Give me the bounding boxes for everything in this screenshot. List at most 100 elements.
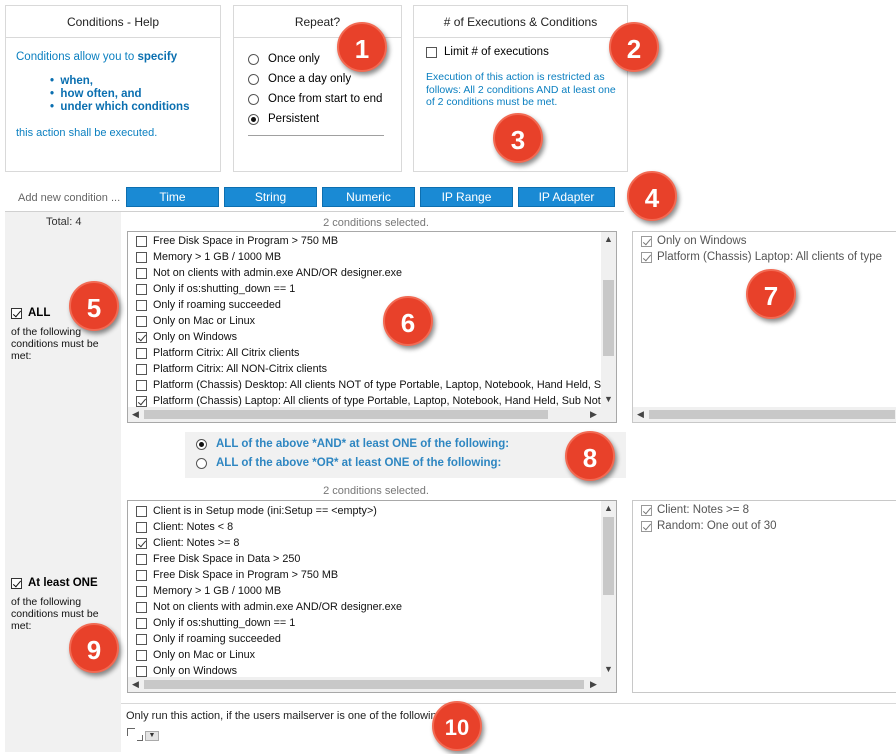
checkbox[interactable]: [136, 553, 147, 565]
repeat-option-once-only[interactable]: Once only: [248, 50, 320, 68]
list-item[interactable]: Memory > 1 GB / 1000 MB: [128, 249, 601, 265]
horizontal-scrollbar[interactable]: ◀: [633, 407, 896, 422]
selected-item[interactable]: Random: One out of 30: [633, 518, 896, 534]
list-item[interactable]: Free Disk Space in Program > 750 MB: [128, 233, 601, 249]
checkbox[interactable]: [426, 46, 437, 58]
horizontal-scrollbar[interactable]: ◀ ▶: [128, 677, 601, 692]
list-item[interactable]: Platform (Chassis) Laptop: All clients o…: [128, 393, 601, 407]
group-one-checkbox[interactable]: At least ONE: [11, 577, 98, 589]
scroll-thumb[interactable]: [649, 410, 895, 419]
group-one-selected-list[interactable]: Client: Notes >= 8 Random: One out of 30: [632, 500, 896, 693]
list-item[interactable]: Only on Mac or Linux: [128, 313, 601, 329]
checkbox[interactable]: [136, 537, 147, 549]
mailserver-dropdown[interactable]: ▼: [127, 728, 161, 741]
checkbox[interactable]: [136, 315, 147, 327]
list-item[interactable]: Only on Windows: [128, 663, 601, 677]
list-item[interactable]: Client is in Setup mode (ini:Setup == <e…: [128, 503, 601, 519]
checkbox[interactable]: [641, 251, 652, 263]
list-item[interactable]: Not on clients with admin.exe AND/OR des…: [128, 265, 601, 281]
dropdown-arrow-icon[interactable]: ▼: [145, 731, 159, 741]
checkbox[interactable]: [136, 347, 147, 359]
checkbox[interactable]: [136, 267, 147, 279]
group-all-selected-list[interactable]: Only on Windows Platform (Chassis) Lapto…: [632, 231, 896, 423]
checkbox[interactable]: [136, 585, 147, 597]
list-item[interactable]: Only if os:shutting_down == 1: [128, 615, 601, 631]
scroll-left-arrow-icon[interactable]: ◀: [128, 677, 143, 692]
scroll-thumb[interactable]: [144, 410, 548, 419]
checkbox[interactable]: [641, 520, 652, 532]
checkbox[interactable]: [136, 601, 147, 613]
group-all-condition-list[interactable]: Free Disk Space in Program > 750 MB Memo…: [127, 231, 617, 423]
list-item[interactable]: Platform Citrix: All Citrix clients: [128, 345, 601, 361]
checkbox[interactable]: [641, 504, 652, 516]
repeat-option-once-start-end[interactable]: Once from start to end: [248, 90, 382, 108]
scroll-up-arrow-icon[interactable]: ▲: [601, 501, 616, 516]
list-item[interactable]: Platform Citrix: All NON-Citrix clients: [128, 361, 601, 377]
checkbox[interactable]: [136, 665, 147, 677]
radio-button[interactable]: [248, 113, 259, 125]
checkbox[interactable]: [136, 235, 147, 247]
checkbox[interactable]: [136, 617, 147, 629]
checkbox[interactable]: [136, 363, 147, 375]
checkbox[interactable]: [136, 251, 147, 263]
vertical-scrollbar[interactable]: ▲ ▼: [601, 232, 616, 407]
scroll-right-arrow-icon[interactable]: ▶: [586, 407, 601, 422]
limit-executions-checkbox[interactable]: Limit # of executions: [426, 46, 549, 58]
scroll-thumb[interactable]: [603, 517, 614, 595]
scroll-up-arrow-icon[interactable]: ▲: [601, 232, 616, 247]
radio-button[interactable]: [196, 438, 207, 450]
checkbox[interactable]: [136, 283, 147, 295]
group-one-condition-list[interactable]: Client is in Setup mode (ini:Setup == <e…: [127, 500, 617, 693]
checkbox[interactable]: [641, 235, 652, 247]
repeat-option-persistent[interactable]: Persistent: [248, 110, 319, 128]
scroll-left-arrow-icon[interactable]: ◀: [128, 407, 143, 422]
checkbox[interactable]: [11, 307, 22, 319]
selected-item[interactable]: Client: Notes >= 8: [633, 502, 896, 518]
list-item[interactable]: Only if roaming succeeded: [128, 297, 601, 313]
group-all-checkbox[interactable]: ALL: [11, 307, 50, 319]
scroll-right-arrow-icon[interactable]: ▶: [586, 677, 601, 692]
combinator-and-option[interactable]: ALL of the above *AND* at least ONE of t…: [196, 438, 509, 450]
list-item[interactable]: Only if os:shutting_down == 1: [128, 281, 601, 297]
scroll-down-arrow-icon[interactable]: ▼: [601, 392, 616, 407]
list-item[interactable]: Free Disk Space in Data > 250: [128, 551, 601, 567]
list-item[interactable]: Only on Windows: [128, 329, 601, 345]
list-item[interactable]: Not on clients with admin.exe AND/OR des…: [128, 599, 601, 615]
horizontal-scrollbar[interactable]: ◀ ▶: [128, 407, 601, 422]
list-item[interactable]: Only if roaming succeeded: [128, 631, 601, 647]
list-item[interactable]: Client: Notes >= 8: [128, 535, 601, 551]
vertical-scrollbar[interactable]: ▲ ▼: [601, 501, 616, 677]
scroll-left-arrow-icon[interactable]: ◀: [633, 407, 648, 422]
list-item[interactable]: Client: Notes < 8: [128, 519, 601, 535]
selected-item[interactable]: Platform (Chassis) Laptop: All clients o…: [633, 249, 896, 265]
checkbox[interactable]: [136, 649, 147, 661]
checkbox[interactable]: [136, 569, 147, 581]
add-numeric-condition-button[interactable]: Numeric: [322, 187, 415, 207]
radio-button[interactable]: [196, 457, 207, 469]
list-item[interactable]: Free Disk Space in Program > 750 MB: [128, 567, 601, 583]
list-item[interactable]: Platform (Chassis) Desktop: All clients …: [128, 377, 601, 393]
checkbox[interactable]: [136, 395, 147, 407]
add-ip-range-condition-button[interactable]: IP Range: [420, 187, 513, 207]
repeat-option-once-a-day[interactable]: Once a day only: [248, 70, 351, 88]
list-item[interactable]: Memory > 1 GB / 1000 MB: [128, 583, 601, 599]
list-item[interactable]: Only on Mac or Linux: [128, 647, 601, 663]
scroll-thumb[interactable]: [603, 280, 614, 356]
scroll-thumb[interactable]: [144, 680, 584, 689]
radio-button[interactable]: [248, 73, 259, 85]
checkbox[interactable]: [136, 521, 147, 533]
combinator-or-option[interactable]: ALL of the above *OR* at least ONE of th…: [196, 457, 501, 469]
radio-button[interactable]: [248, 53, 259, 65]
scroll-down-arrow-icon[interactable]: ▼: [601, 662, 616, 677]
checkbox[interactable]: [136, 633, 147, 645]
checkbox[interactable]: [136, 379, 147, 391]
add-string-condition-button[interactable]: String: [224, 187, 317, 207]
checkbox[interactable]: [11, 577, 22, 589]
checkbox[interactable]: [136, 331, 147, 343]
selected-item[interactable]: Only on Windows: [633, 233, 896, 249]
checkbox[interactable]: [136, 299, 147, 311]
add-ip-adapter-condition-button[interactable]: IP Adapter: [518, 187, 615, 207]
checkbox[interactable]: [136, 505, 147, 517]
radio-button[interactable]: [248, 93, 259, 105]
add-time-condition-button[interactable]: Time: [126, 187, 219, 207]
